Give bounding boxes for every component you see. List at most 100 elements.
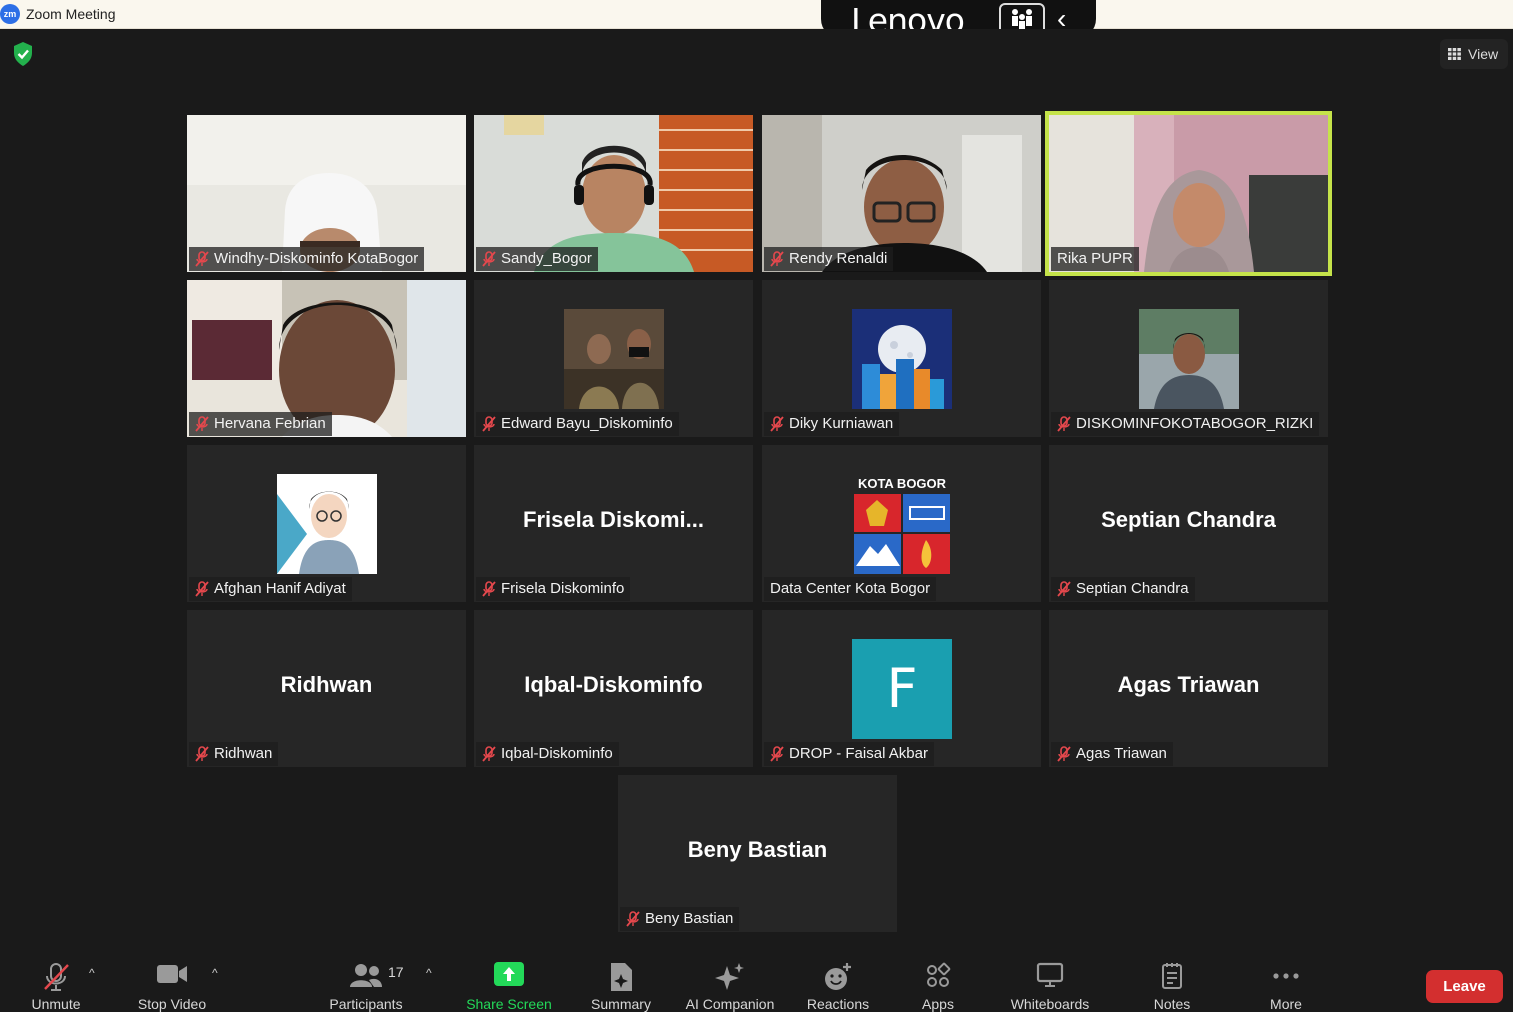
participant-name-tag: Afghan Hanif Adiyat bbox=[189, 577, 352, 601]
video-tile[interactable]: DISKOMINFOKOTABOGOR_RIZKI bbox=[1049, 280, 1328, 437]
video-tile[interactable]: Frisela Diskomi... Frisela Diskominfo bbox=[474, 445, 753, 602]
leave-button[interactable]: Leave bbox=[1426, 970, 1503, 1003]
participant-name-tag: Septian Chandra bbox=[1051, 577, 1195, 601]
muted-mic-icon bbox=[195, 251, 209, 267]
apps-icon bbox=[927, 962, 951, 987]
muted-mic-icon bbox=[1057, 416, 1071, 432]
muted-mic-icon bbox=[770, 416, 784, 432]
zoom-app-icon: zm bbox=[0, 4, 20, 24]
participant-name: Data Center Kota Bogor bbox=[770, 580, 931, 597]
video-tile[interactable]: Hervana Febrian bbox=[187, 280, 466, 437]
muted-mic-icon bbox=[1057, 581, 1071, 597]
video-tile[interactable]: Edward Bayu_Diskominfo bbox=[474, 280, 753, 437]
muted-mic-icon bbox=[482, 251, 496, 267]
participant-name: Edward Bayu_Diskominfo bbox=[501, 415, 673, 432]
participant-name-tag: Ridhwan bbox=[189, 742, 279, 766]
muted-mic-icon bbox=[195, 581, 209, 597]
illustrated-avatar-icon bbox=[277, 474, 377, 574]
participant-display-name: Agas Triawan bbox=[1117, 672, 1260, 697]
share-screen-button[interactable]: Share Screen bbox=[460, 948, 558, 1012]
participant-display-name: Ridhwan bbox=[280, 672, 373, 697]
participant-name-tag: Agas Triawan bbox=[1051, 742, 1173, 766]
participants-icon bbox=[350, 964, 382, 987]
participants-options-chevron-icon[interactable]: ^ bbox=[426, 966, 432, 980]
participant-name-tag: Rendy Renaldi bbox=[764, 247, 894, 271]
participant-name-tag: Hervana Febrian bbox=[189, 412, 332, 436]
ai-companion-button[interactable]: AI Companion bbox=[678, 948, 782, 1012]
video-tile[interactable]: Agas Triawan Agas Triawan bbox=[1049, 610, 1328, 767]
muted-mic-icon bbox=[482, 416, 496, 432]
summary-button[interactable]: Summary bbox=[582, 948, 660, 1012]
moon-city-avatar-icon bbox=[852, 309, 952, 409]
video-tile[interactable]: Windhy-Diskominfo KotaBogor bbox=[187, 115, 466, 272]
video-tile[interactable]: Beny Bastian Beny Bastian bbox=[618, 775, 897, 932]
muted-mic-icon bbox=[770, 746, 784, 762]
video-camera-icon bbox=[157, 965, 187, 983]
participant-name: Frisela Diskominfo bbox=[501, 580, 625, 597]
share-screen-icon bbox=[494, 962, 524, 986]
logo-caption: KOTA BOGOR bbox=[857, 476, 947, 491]
participant-display-name: Beny Bastian bbox=[687, 837, 828, 862]
video-tile[interactable]: Septian Chandra Septian Chandra bbox=[1049, 445, 1328, 602]
whiteboard-icon bbox=[1036, 962, 1064, 987]
video-options-chevron-icon[interactable]: ^ bbox=[212, 966, 218, 980]
unmute-button[interactable]: Unmute bbox=[20, 948, 92, 1012]
view-button[interactable]: View bbox=[1440, 39, 1508, 69]
video-tile[interactable]: Rendy Renaldi bbox=[762, 115, 1041, 272]
kota-bogor-emblem-icon bbox=[854, 494, 950, 574]
participant-name-tag: Data Center Kota Bogor bbox=[764, 577, 937, 601]
audio-options-chevron-icon[interactable]: ^ bbox=[89, 966, 95, 980]
more-dots-icon bbox=[1273, 973, 1299, 979]
video-tile[interactable]: F DROP - Faisal Akbar bbox=[762, 610, 1041, 767]
participant-name: Iqbal-Diskominfo bbox=[501, 745, 613, 762]
participant-name-tag: DISKOMINFOKOTABOGOR_RIZKI bbox=[1051, 412, 1320, 436]
muted-mic-icon bbox=[44, 963, 69, 991]
title-bar: zm Zoom Meeting bbox=[0, 0, 1513, 29]
more-button[interactable]: More bbox=[1254, 948, 1318, 1012]
participant-display-name: Frisela Diskomi... bbox=[523, 507, 704, 532]
muted-mic-icon bbox=[1057, 746, 1071, 762]
video-tile[interactable]: Diky Kurniawan bbox=[762, 280, 1041, 437]
muted-mic-icon bbox=[770, 251, 784, 267]
participant-name-tag: Rika PUPR bbox=[1051, 247, 1139, 271]
muted-mic-icon bbox=[482, 581, 496, 597]
muted-mic-icon bbox=[195, 746, 209, 762]
ai-sparkle-icon bbox=[715, 963, 744, 990]
participant-name: Ridhwan bbox=[214, 745, 273, 762]
kota-bogor-logo-avatar: KOTA BOGOR bbox=[852, 474, 952, 574]
muted-mic-icon bbox=[195, 416, 209, 432]
window-title: Zoom Meeting bbox=[26, 6, 116, 22]
participant-name-tag: Sandy_Bogor bbox=[476, 247, 598, 271]
video-tile[interactable]: KOTA BOGOR Data Center Kota Bogor bbox=[762, 445, 1041, 602]
participant-name: Hervana Febrian bbox=[214, 415, 326, 432]
participant-avatar-photo bbox=[564, 309, 664, 409]
grid-icon bbox=[1448, 48, 1461, 60]
participant-name-tag: Frisela Diskominfo bbox=[476, 577, 631, 601]
reactions-button[interactable]: Reactions bbox=[800, 948, 876, 1012]
participant-name-tag: DROP - Faisal Akbar bbox=[764, 742, 934, 766]
video-tile-active-speaker[interactable]: Rika PUPR bbox=[1045, 111, 1332, 276]
apps-button[interactable]: Apps bbox=[906, 948, 970, 1012]
stop-video-button[interactable]: Stop Video bbox=[130, 948, 214, 1012]
video-tile[interactable]: Iqbal-Diskominfo Iqbal-Diskominfo bbox=[474, 610, 753, 767]
participants-count-badge: 17 bbox=[388, 964, 404, 980]
participant-name: Rika PUPR bbox=[1057, 250, 1133, 267]
encryption-shield-icon[interactable] bbox=[12, 41, 34, 67]
participant-name-tag: Edward Bayu_Diskominfo bbox=[476, 412, 679, 436]
video-tile[interactable]: Ridhwan Ridhwan bbox=[187, 610, 466, 767]
muted-mic-icon bbox=[626, 911, 640, 927]
participant-name: Beny Bastian bbox=[645, 910, 734, 927]
notes-button[interactable]: Notes bbox=[1140, 948, 1204, 1012]
participant-name-tag: Iqbal-Diskominfo bbox=[476, 742, 619, 766]
participant-name: Afghan Hanif Adiyat bbox=[214, 580, 346, 597]
participant-name-tag: Diky Kurniawan bbox=[764, 412, 900, 436]
participant-name: DISKOMINFOKOTABOGOR_RIZKI bbox=[1076, 415, 1314, 432]
participant-display-name: Septian Chandra bbox=[1101, 507, 1276, 532]
video-tile[interactable]: Sandy_Bogor bbox=[474, 115, 753, 272]
participant-name-tag: Windhy-Diskominfo KotaBogor bbox=[189, 247, 425, 271]
video-tile[interactable]: Afghan Hanif Adiyat bbox=[187, 445, 466, 602]
participant-avatar-photo bbox=[1139, 309, 1239, 409]
participant-name: Rendy Renaldi bbox=[789, 250, 888, 267]
participant-name: Windhy-Diskominfo KotaBogor bbox=[214, 250, 419, 267]
whiteboards-button[interactable]: Whiteboards bbox=[1000, 948, 1100, 1012]
